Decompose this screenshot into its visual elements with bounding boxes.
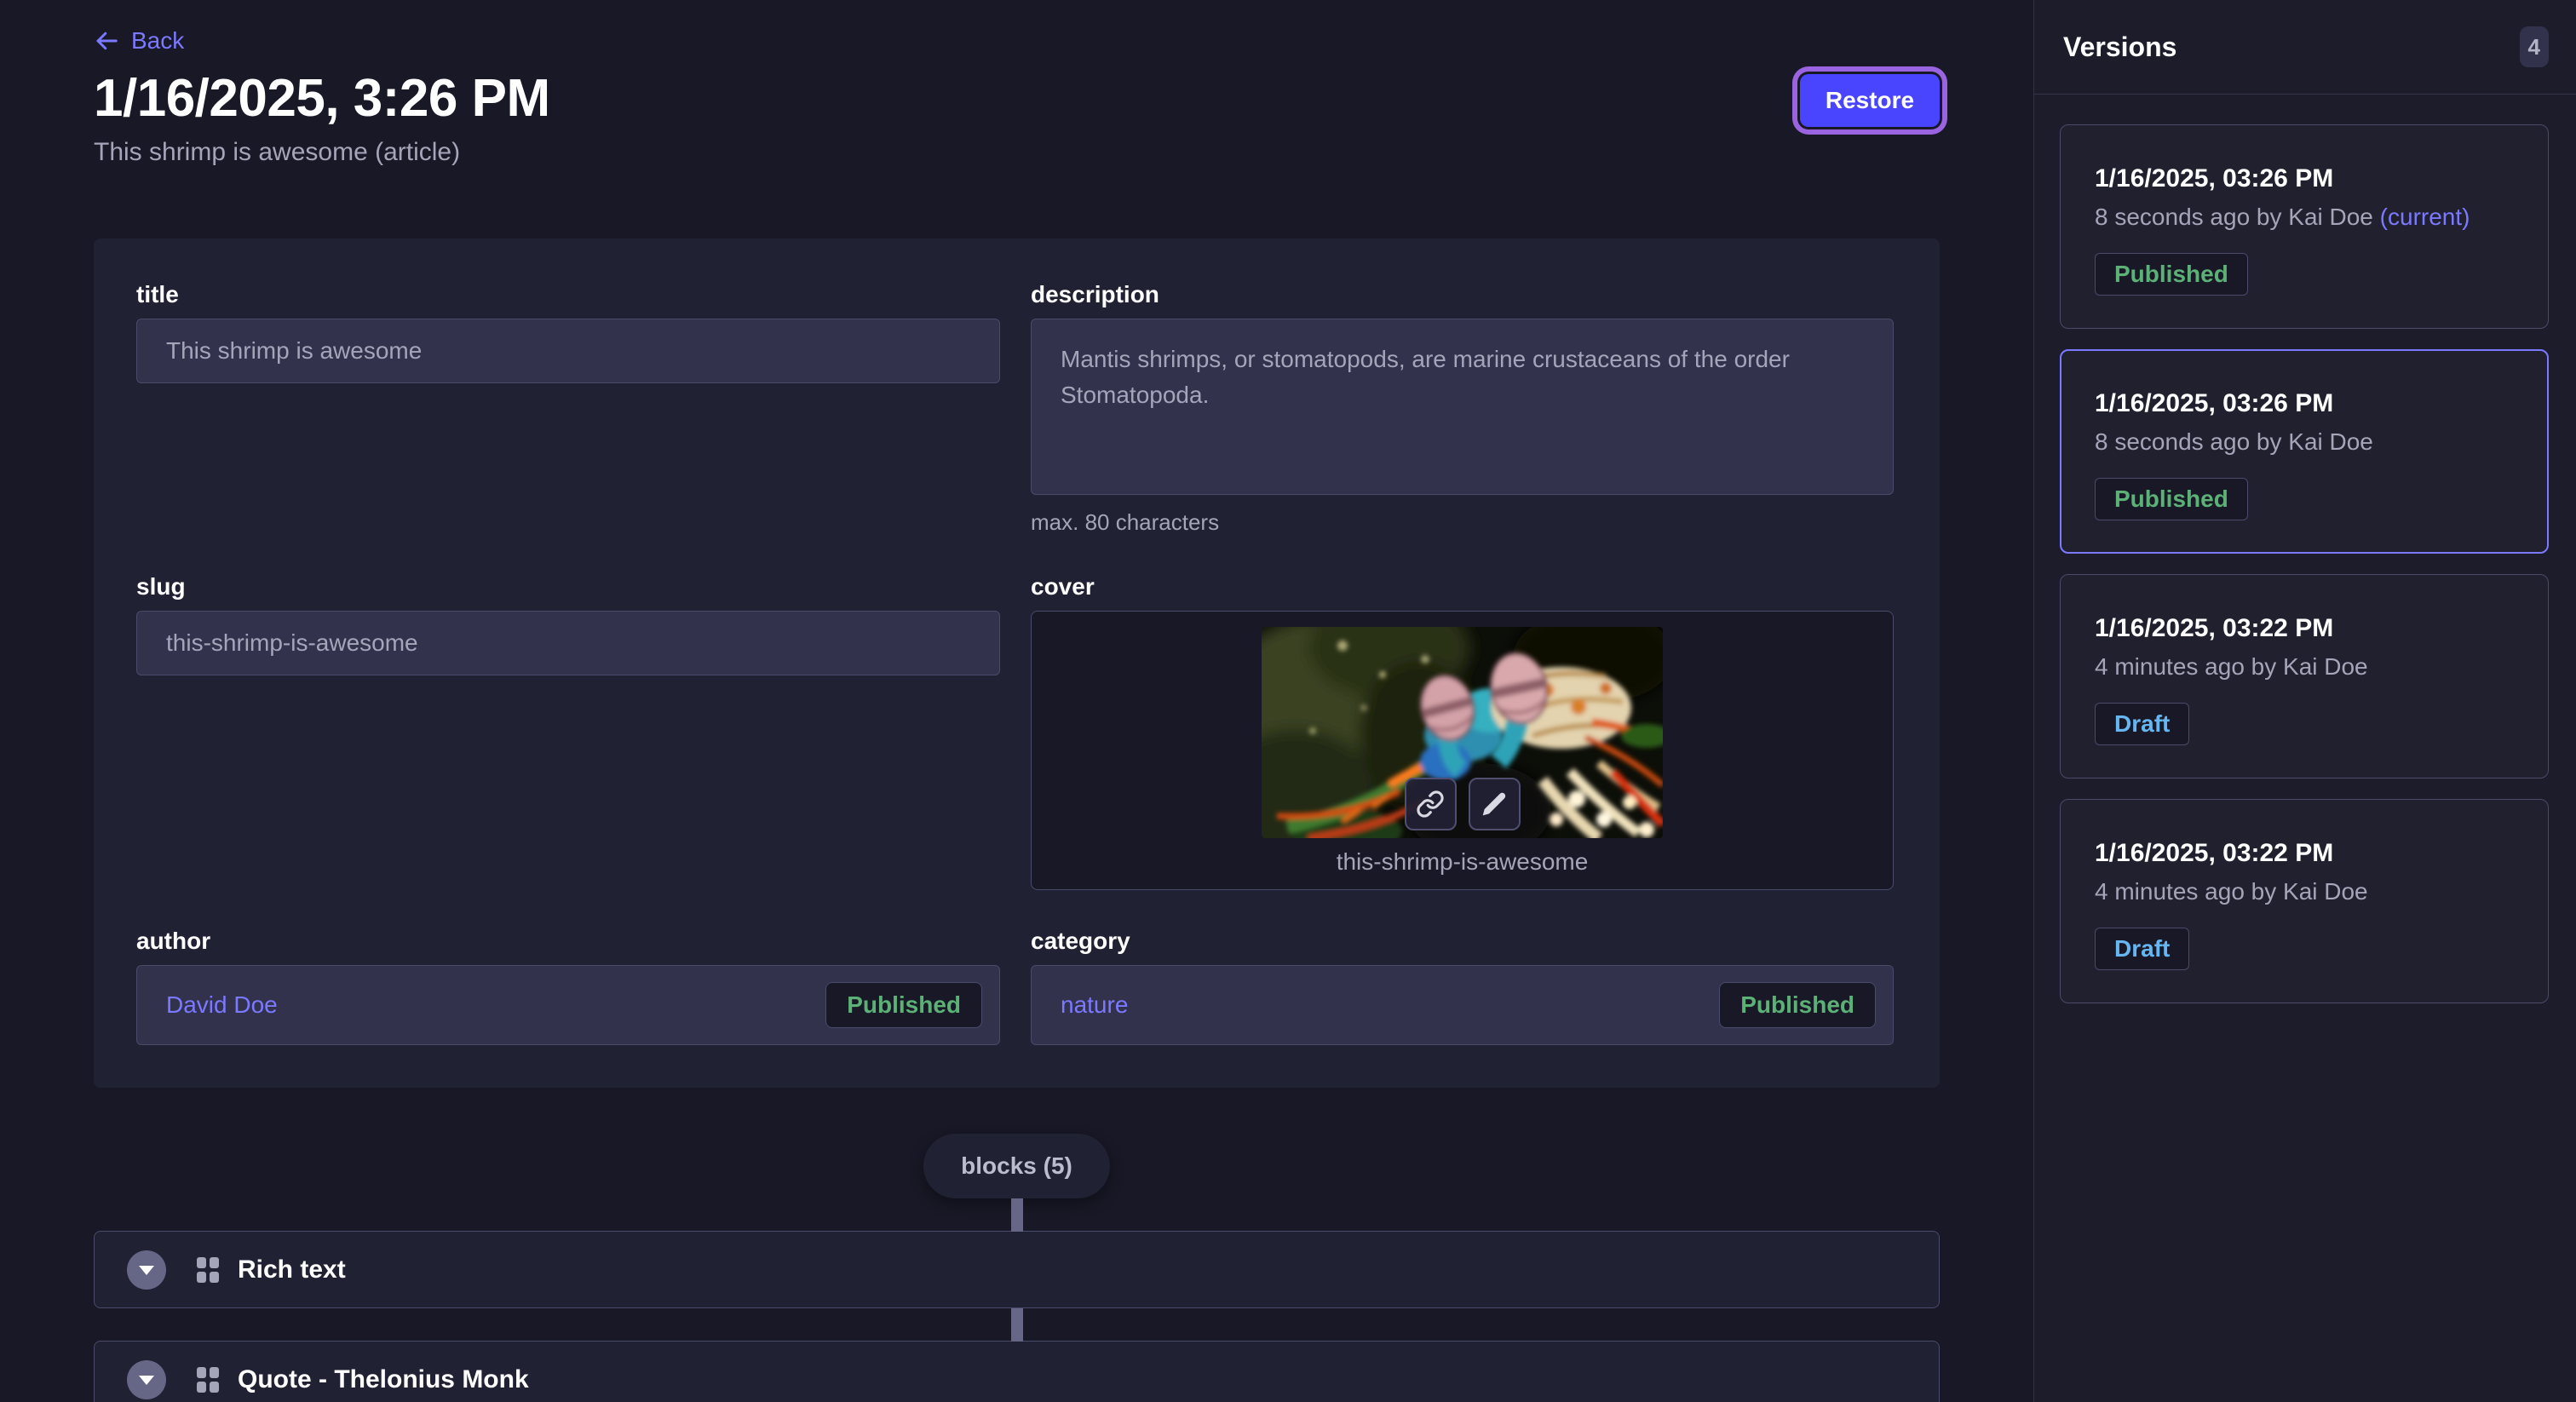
version-meta: 8 seconds ago by Kai Doe (current): [2095, 204, 2514, 231]
version-status-badge: Draft: [2095, 928, 2189, 970]
field-description: description Mantis shrimps, or stomatopo…: [1031, 281, 1894, 536]
restore-button[interactable]: Restore: [1800, 74, 1940, 127]
category-link[interactable]: nature: [1061, 991, 1128, 1019]
edit-cover-button[interactable]: [1469, 778, 1521, 830]
blocks-pill: blocks (5): [923, 1134, 1110, 1198]
version-date: 1/16/2025, 03:22 PM: [2095, 839, 2514, 868]
author-link[interactable]: David Doe: [166, 991, 278, 1019]
page-title: 1/16/2025, 3:26 PM: [94, 70, 2033, 128]
versions-header: Versions 4: [2034, 0, 2576, 95]
cover-label: cover: [1031, 573, 1894, 600]
version-meta: 4 minutes ago by Kai Doe: [2095, 653, 2514, 681]
version-current-label: (current): [2380, 204, 2470, 230]
drag-handle-icon[interactable]: [197, 1257, 219, 1283]
version-date: 1/16/2025, 03:26 PM: [2095, 164, 2514, 193]
back-arrow-icon: [94, 28, 119, 54]
field-category: category nature Published: [1031, 928, 1894, 1045]
field-cover: cover: [1031, 573, 1894, 890]
accordion-toggle-button[interactable]: [127, 1360, 166, 1399]
description-hint: max. 80 characters: [1031, 509, 1894, 536]
chevron-down-icon: [139, 1266, 154, 1275]
versions-sidebar: Versions 4 1/16/2025, 03:26 PM 8 seconds…: [2033, 0, 2576, 1402]
title-input[interactable]: [136, 319, 1000, 383]
version-status-badge: Published: [2095, 253, 2248, 296]
version-status-badge: Draft: [2095, 703, 2189, 745]
version-card[interactable]: 1/16/2025, 03:22 PM 4 minutes ago by Kai…: [2060, 799, 2549, 1003]
version-card[interactable]: 1/16/2025, 03:26 PM 8 seconds ago by Kai…: [2060, 124, 2549, 329]
back-link[interactable]: Back: [94, 24, 184, 58]
block-label: Quote - Thelonius Monk: [238, 1365, 529, 1394]
description-label: description: [1031, 281, 1894, 308]
content-form-card: title description Mantis shrimps, or sto…: [94, 238, 1940, 1088]
blocks-section: blocks (5) Rich text: [94, 1134, 1940, 1402]
copy-link-button[interactable]: [1405, 778, 1457, 830]
description-textarea[interactable]: Mantis shrimps, or stomatopods, are mari…: [1031, 319, 1894, 495]
version-date: 1/16/2025, 03:26 PM: [2095, 389, 2514, 418]
version-list: 1/16/2025, 03:26 PM 8 seconds ago by Kai…: [2034, 95, 2576, 1003]
cover-actions: [1405, 778, 1521, 830]
cover-caption: this-shrimp-is-awesome: [1337, 848, 1589, 876]
field-title: title: [136, 281, 1000, 536]
slug-input[interactable]: [136, 611, 1000, 675]
main-content: Back 1/16/2025, 3:26 PM This shrimp is a…: [0, 0, 2033, 1402]
author-status-badge: Published: [825, 982, 982, 1028]
version-meta: 4 minutes ago by Kai Doe: [2095, 878, 2514, 905]
blocks-list: Rich text Quote - Thelonius Monk: [94, 1231, 1940, 1402]
link-icon: [1416, 790, 1445, 819]
category-label: category: [1031, 928, 1894, 955]
version-meta: 8 seconds ago by Kai Doe: [2095, 428, 2514, 456]
version-status-badge: Published: [2095, 478, 2248, 520]
accordion-toggle-button[interactable]: [127, 1250, 166, 1290]
block-accordion: Quote - Thelonius Monk: [94, 1341, 1940, 1402]
chevron-down-icon: [139, 1376, 154, 1385]
back-label: Back: [131, 27, 184, 55]
pencil-icon: [1481, 790, 1508, 818]
version-history-page: Back 1/16/2025, 3:26 PM This shrimp is a…: [0, 0, 2576, 1402]
category-relation-box: nature Published: [1031, 965, 1894, 1045]
cover-box: this-shrimp-is-awesome: [1031, 611, 1894, 890]
version-card[interactable]: 1/16/2025, 03:26 PM 8 seconds ago by Kai…: [2060, 349, 2549, 554]
author-relation-box: David Doe Published: [136, 965, 1000, 1045]
block-label: Rich text: [238, 1255, 346, 1284]
version-card[interactable]: 1/16/2025, 03:22 PM 4 minutes ago by Kai…: [2060, 574, 2549, 779]
version-date: 1/16/2025, 03:22 PM: [2095, 614, 2514, 643]
cover-image: [1262, 627, 1663, 838]
title-label: title: [136, 281, 1000, 308]
versions-title: Versions: [2063, 32, 2176, 63]
author-label: author: [136, 928, 1000, 955]
category-status-badge: Published: [1719, 982, 1876, 1028]
versions-count-badge: 4: [2520, 26, 2549, 67]
page-subtitle: This shrimp is awesome (article): [94, 136, 2033, 169]
slug-label: slug: [136, 573, 1000, 600]
field-slug: slug: [136, 573, 1000, 890]
field-author: author David Doe Published: [136, 928, 1000, 1045]
drag-handle-icon[interactable]: [197, 1367, 219, 1393]
block-accordion: Rich text: [94, 1231, 1940, 1308]
